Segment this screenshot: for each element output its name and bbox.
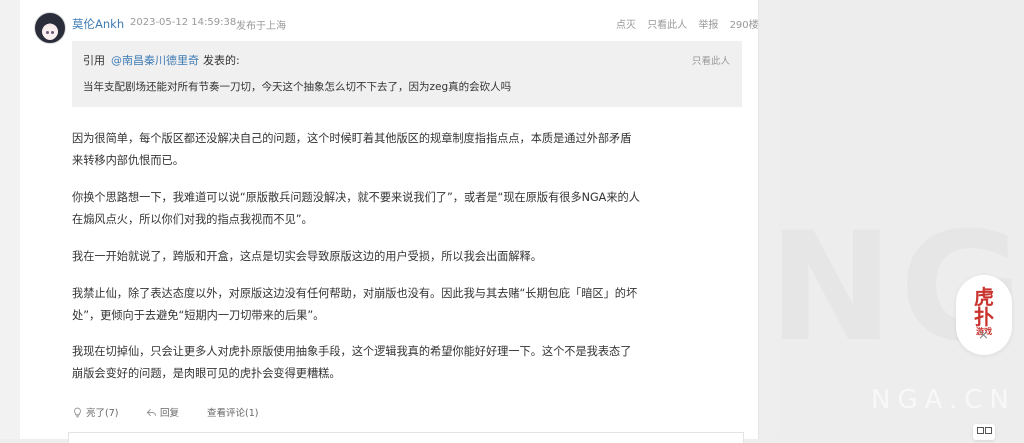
qr-code-icon[interactable] <box>973 424 995 440</box>
post-paragraph: 我在一开始就说了，跨版和开盒，这点是切实会导致原版这边的用户受损，所以我会出面解… <box>72 250 542 263</box>
username-link[interactable]: 莫伦Ankh <box>72 16 124 32</box>
reply-label: 回复 <box>160 408 180 419</box>
only-this-person-link[interactable]: 只看此人 <box>647 20 687 31</box>
dislike-link[interactable]: 点灭 <box>616 20 636 31</box>
quote-only-this-person-link[interactable]: 只看此人 <box>692 53 730 67</box>
qr-square <box>985 427 992 434</box>
quote-text: 当年支配剧场还能对所有节奏一刀切，今天这个抽象怎么切不下去了，因为zeg真的会砍… <box>83 81 512 93</box>
post-paragraph: 因为很简单，每个版区都还没解决自己的问题，这个时候盯着其他版区的规章制度指指点点… <box>72 132 632 167</box>
quote-prefix: 引用 <box>83 54 105 67</box>
page-background <box>0 0 20 439</box>
reply-button[interactable]: 回复 <box>146 405 179 419</box>
quote-suffix: 发表的: <box>203 54 240 67</box>
post-location: 发布于上海 <box>236 21 286 32</box>
quote-mention-link[interactable]: @南昌秦川德里奇 <box>111 52 199 68</box>
qr-square <box>977 427 984 434</box>
post-paragraph: 我禁止仙，除了表达态度以外，对原版这边没有任何帮助，对崩版也没有。因此我与其去赌… <box>72 287 638 322</box>
reply-arrow-icon <box>146 408 157 417</box>
hupu-logo-text: 虎扑 <box>974 285 994 329</box>
floor-number: 290楼 <box>729 20 759 31</box>
quote-box: 引用 @南昌秦川德里奇 发表的: 只看此人 当年支配剧场还能对所有节奏一刀切，今… <box>72 41 742 107</box>
avatar-eye-right <box>51 31 54 34</box>
view-comments-button[interactable]: 查看评论(1) <box>207 405 258 419</box>
avatar-eye-left <box>46 31 49 34</box>
close-icon[interactable]: × <box>978 328 989 343</box>
lightbulb-icon <box>74 407 81 418</box>
post-paragraph: 我现在切掉仙，只会让更多人对虎扑原版使用抽象手段，这个逻辑我真的希望你能好好理一… <box>72 345 632 380</box>
hupu-game-logo[interactable]: 虎扑 游戏 <box>969 287 999 336</box>
avatar[interactable] <box>34 12 66 44</box>
next-post-edge <box>68 432 744 443</box>
nga-watermark-small: NGA.CN <box>871 385 1016 415</box>
report-link[interactable]: 举报 <box>698 20 718 31</box>
hupu-game-widget: 虎扑 游戏 × <box>956 275 1012 355</box>
like-label: 亮了(7) <box>86 408 119 419</box>
post-header-actions: 点灭 只看此人 举报 290楼 <box>616 16 759 31</box>
like-button[interactable]: 亮了(7) <box>72 405 118 419</box>
post-timestamp: 2023-05-12 14:59:38 <box>130 17 237 28</box>
right-sidebar-background: NGA NGA.CN <box>778 0 1024 439</box>
post-paragraph: 你换个思路想一下，我难道可以说“原版散兵问题没解决，就不要来说我们了”，或者是“… <box>72 191 640 226</box>
